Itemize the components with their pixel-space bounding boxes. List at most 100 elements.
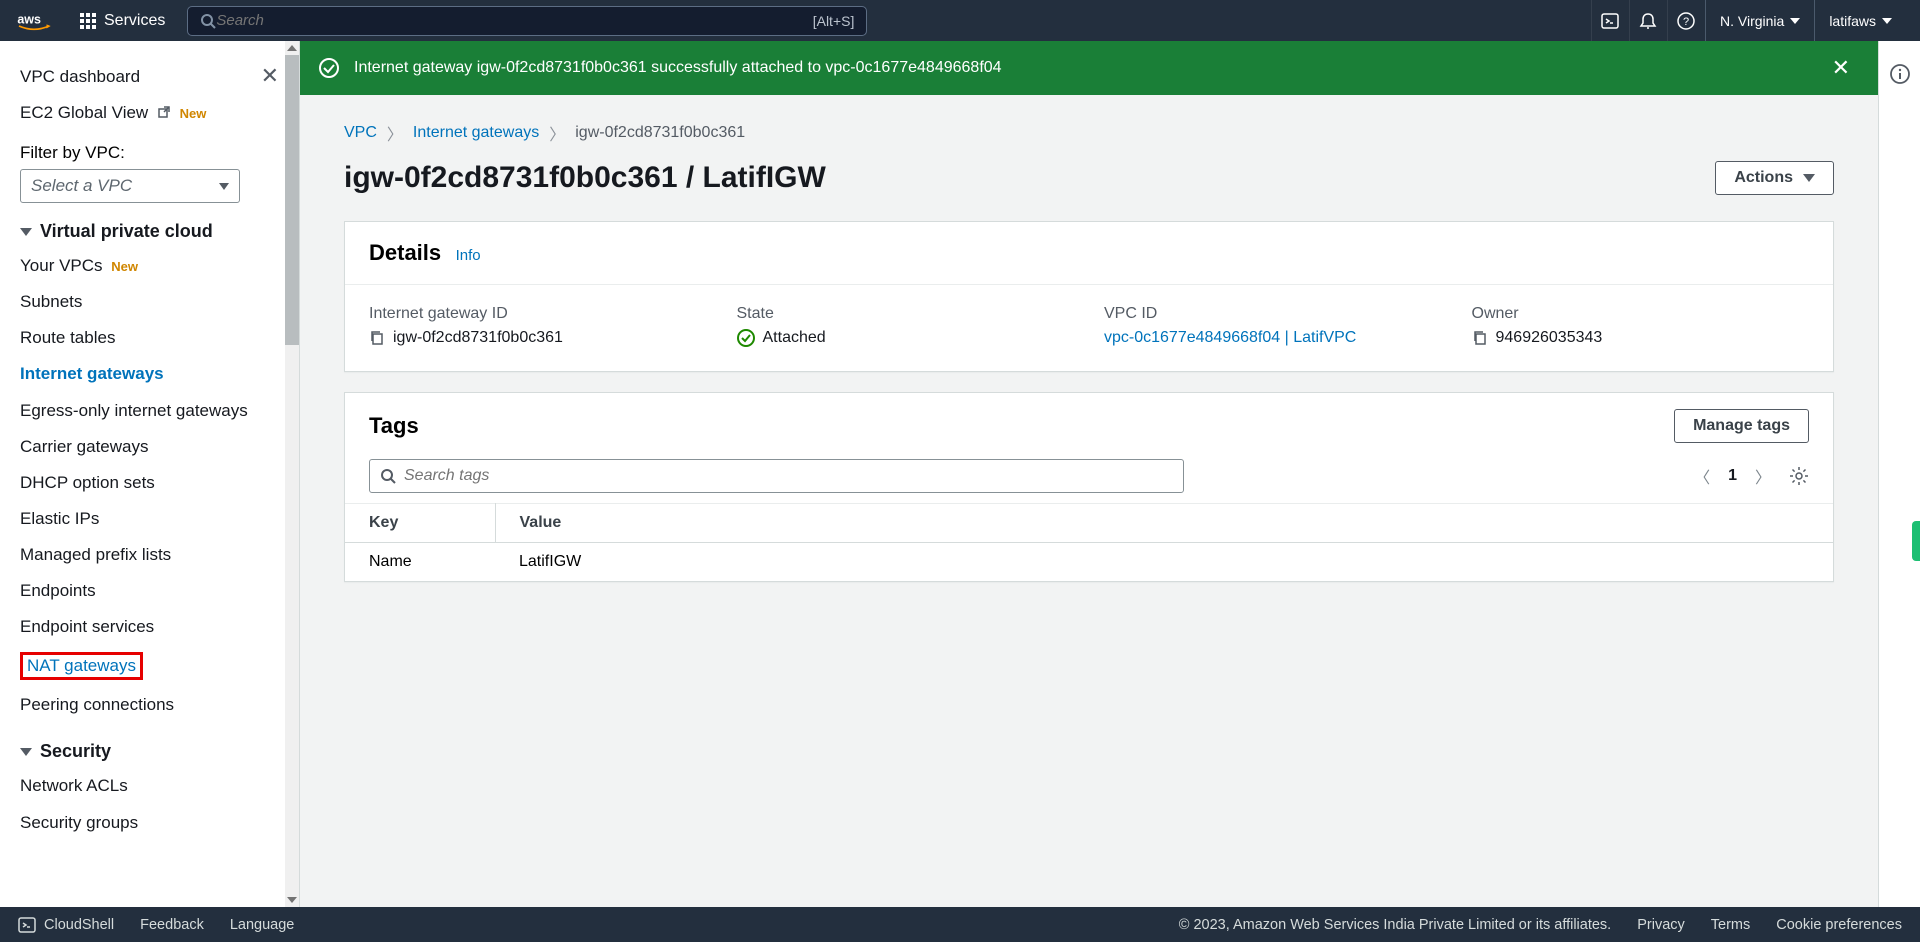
sidebar-item-dhcp-option-sets[interactable]: DHCP option sets	[20, 465, 279, 501]
aws-logo[interactable]: aws	[0, 11, 68, 31]
search-icon	[200, 13, 216, 29]
check-circle-icon	[737, 329, 755, 347]
sidebar-item-subnets[interactable]: Subnets	[20, 284, 279, 320]
owner-value: 946926035343	[1496, 329, 1603, 347]
caret-down-icon	[20, 748, 32, 756]
copy-icon[interactable]	[369, 330, 385, 346]
sidebar-ec2-global[interactable]: EC2 Global View New	[20, 95, 279, 131]
tags-heading: Tags	[369, 413, 419, 439]
search-input[interactable]	[216, 12, 812, 29]
filter-label: Filter by VPC:	[20, 143, 279, 163]
tags-th-key[interactable]: Key	[345, 504, 495, 543]
details-info-link[interactable]: Info	[456, 247, 481, 264]
details-panel: Details Info Internet gateway ID igw-0f2…	[344, 221, 1834, 372]
top-nav: aws Services [Alt+S] ? N. Virginia latif…	[0, 0, 1920, 41]
state-label: State	[737, 305, 1075, 323]
sidebar-item-security-groups[interactable]: Security groups	[20, 805, 279, 841]
section-security[interactable]: Security	[20, 741, 279, 762]
footer-cloudshell[interactable]: CloudShell	[44, 917, 114, 933]
footer: CloudShell Feedback Language © 2023, Ama…	[0, 907, 1920, 942]
info-icon[interactable]	[1889, 63, 1911, 85]
chevron-right-icon: 〉	[387, 121, 403, 145]
footer-language[interactable]: Language	[230, 917, 295, 933]
chevron-right-icon: 〉	[549, 121, 565, 145]
svg-text:?: ?	[1683, 16, 1689, 28]
notifications-icon[interactable]	[1629, 0, 1667, 41]
pager: 〈 1 〉	[1694, 464, 1809, 488]
services-menu[interactable]: Services	[68, 12, 177, 30]
actions-button[interactable]: Actions	[1715, 161, 1834, 195]
caret-down-icon	[1803, 174, 1815, 182]
tags-panel: Tags Manage tags 〈 1 〉	[344, 392, 1834, 582]
sidebar-item-egress-only-internet-gateways[interactable]: Egress-only internet gateways	[20, 393, 279, 429]
services-label: Services	[104, 12, 165, 30]
page-prev[interactable]: 〈	[1694, 464, 1710, 488]
search-box[interactable]: [Alt+S]	[187, 6, 867, 36]
sidebar-item-your-vpcs[interactable]: Your VPCs New	[20, 248, 279, 284]
igw-id-label: Internet gateway ID	[369, 305, 707, 323]
search-hint: [Alt+S]	[813, 13, 855, 29]
footer-copyright: © 2023, Amazon Web Services India Privat…	[1179, 917, 1611, 933]
footer-privacy[interactable]: Privacy	[1637, 917, 1685, 933]
tags-search[interactable]	[369, 459, 1184, 493]
copy-icon[interactable]	[1472, 330, 1488, 346]
external-link-icon	[157, 105, 171, 119]
flash-message: Internet gateway igw-0f2cd8731f0b0c361 s…	[354, 59, 1822, 77]
footer-terms[interactable]: Terms	[1711, 917, 1750, 933]
region-selector[interactable]: N. Virginia	[1705, 0, 1814, 41]
sidebar-item-endpoint-services[interactable]: Endpoint services	[20, 609, 279, 645]
main-content: Internet gateway igw-0f2cd8731f0b0c361 s…	[300, 41, 1878, 907]
tags-th-value[interactable]: Value	[495, 504, 1833, 543]
success-icon	[318, 57, 340, 79]
page-title: igw-0f2cd8731f0b0c361 / LatifIGW	[344, 161, 826, 195]
crumb-current: igw-0f2cd8731f0b0c361	[575, 124, 745, 142]
flash-close-icon[interactable]: ✕	[1822, 55, 1860, 81]
sidebar-item-peering-connections[interactable]: Peering connections	[20, 687, 279, 723]
vpc-id-label: VPC ID	[1104, 305, 1442, 323]
sidebar-item-network-acls[interactable]: Network ACLs	[20, 768, 279, 804]
sidebar-item-endpoints[interactable]: Endpoints	[20, 573, 279, 609]
details-heading: Details	[369, 240, 441, 265]
flash-success: Internet gateway igw-0f2cd8731f0b0c361 s…	[300, 41, 1878, 95]
tags-search-input[interactable]	[404, 467, 1173, 485]
table-row: NameLatifIGW	[345, 543, 1833, 582]
footer-cookies[interactable]: Cookie preferences	[1776, 917, 1902, 933]
cloudshell-icon[interactable]	[1591, 0, 1629, 41]
sidebar-vpc-dashboard[interactable]: VPC dashboard	[20, 59, 279, 95]
feedback-tab[interactable]	[1912, 521, 1920, 561]
help-icon[interactable]: ?	[1667, 0, 1705, 41]
cloudshell-icon[interactable]	[18, 916, 36, 934]
igw-id-value: igw-0f2cd8731f0b0c361	[393, 329, 563, 347]
caret-down-icon	[1790, 18, 1800, 24]
settings-icon[interactable]	[1789, 466, 1809, 486]
crumb-igw-list[interactable]: Internet gateways	[413, 124, 539, 142]
sidebar-item-carrier-gateways[interactable]: Carrier gateways	[20, 429, 279, 465]
sidebar-item-managed-prefix-lists[interactable]: Managed prefix lists	[20, 537, 279, 573]
vpc-id-link[interactable]: vpc-0c1677e4849668f04 | LatifVPC	[1104, 329, 1356, 347]
crumb-vpc[interactable]: VPC	[344, 124, 377, 142]
sidebar-close-icon[interactable]: ✕	[261, 63, 279, 89]
svg-text:aws: aws	[17, 12, 41, 26]
sidebar-scrollbar[interactable]	[285, 41, 299, 907]
state-value: Attached	[763, 329, 826, 347]
sidebar: ✕ VPC dashboard EC2 Global View New Filt…	[0, 41, 300, 907]
search-icon	[380, 468, 396, 484]
right-rail	[1878, 41, 1920, 907]
sidebar-item-elastic-ips[interactable]: Elastic IPs	[20, 501, 279, 537]
manage-tags-button[interactable]: Manage tags	[1674, 409, 1809, 443]
footer-feedback[interactable]: Feedback	[140, 917, 204, 933]
breadcrumb: VPC 〉 Internet gateways 〉 igw-0f2cd8731f…	[344, 121, 1834, 145]
caret-down-icon	[1882, 18, 1892, 24]
caret-down-icon	[20, 228, 32, 236]
caret-down-icon	[219, 183, 229, 190]
page-next[interactable]: 〉	[1755, 464, 1771, 488]
page-number: 1	[1728, 467, 1737, 485]
sidebar-item-internet-gateways[interactable]: Internet gateways	[20, 356, 279, 392]
sidebar-item-route-tables[interactable]: Route tables	[20, 320, 279, 356]
section-vpc[interactable]: Virtual private cloud	[20, 221, 279, 242]
sidebar-item-nat-gateways[interactable]: NAT gateways	[20, 645, 279, 687]
grid-icon	[80, 13, 96, 29]
account-selector[interactable]: latifaws	[1814, 0, 1906, 41]
owner-label: Owner	[1472, 305, 1810, 323]
vpc-filter-select[interactable]: Select a VPC	[20, 169, 240, 203]
